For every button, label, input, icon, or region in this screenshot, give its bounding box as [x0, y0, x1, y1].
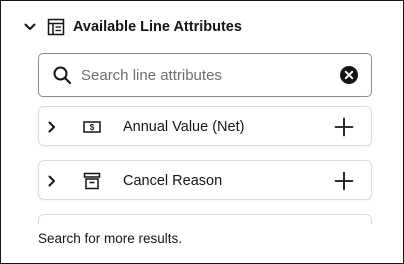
panel-header: Available Line Attributes: [21, 15, 242, 39]
archive-box-icon: [81, 170, 103, 192]
chevron-down-icon: [24, 23, 36, 30]
collapse-button[interactable]: [21, 15, 39, 39]
clear-search-button[interactable]: [339, 65, 359, 85]
panel-title: Available Line Attributes: [73, 19, 242, 35]
more-results-message: Search for more results.: [38, 231, 183, 246]
plus-icon: [334, 117, 354, 137]
currency-note-icon: $: [81, 116, 103, 138]
expand-button[interactable]: [46, 117, 58, 137]
add-attribute-button[interactable]: [333, 116, 355, 138]
search-icon: [51, 64, 73, 86]
attribute-label: Annual Value (Net): [123, 119, 245, 135]
attributes-panel-icon: [45, 15, 67, 39]
plus-icon: [334, 171, 354, 191]
list-item[interactable]: Cancel Reason: [38, 160, 372, 200]
attribute-label: Cancel Reason: [123, 173, 223, 189]
chevron-right-icon: [48, 175, 55, 187]
expand-button[interactable]: [46, 171, 58, 191]
list-item-partial: [38, 214, 372, 224]
search-input[interactable]: [81, 60, 339, 90]
available-line-attributes-panel: Available Line Attributes Search line at…: [0, 0, 404, 264]
clear-circle-icon: [340, 66, 358, 84]
chevron-right-icon: [48, 121, 55, 133]
svg-text:$: $: [90, 123, 95, 132]
list-item[interactable]: $ Annual Value (Net): [38, 106, 372, 146]
search-field[interactable]: [38, 53, 372, 97]
add-attribute-button[interactable]: [333, 170, 355, 192]
